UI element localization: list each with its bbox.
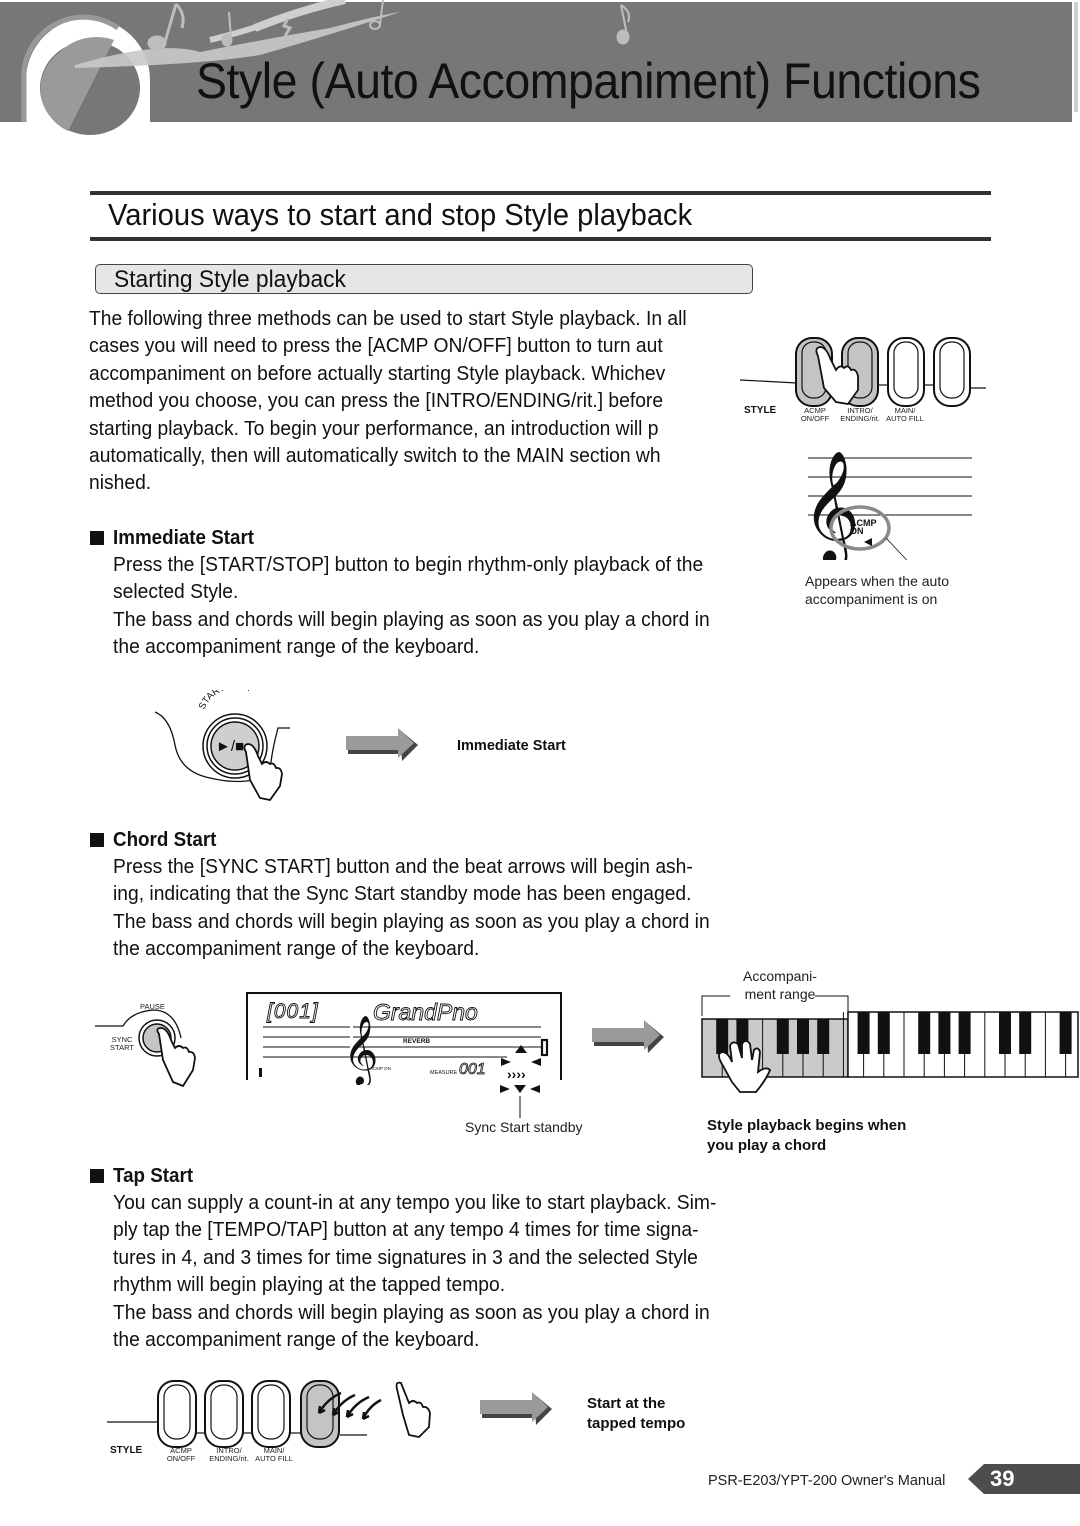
black-key [857,1012,870,1054]
tapping-hand-icon [395,1381,431,1438]
black-key [797,1019,809,1054]
treble-clef-icon: 𝄞 [802,451,860,560]
immediate-start-result-label: Immediate Start [457,738,566,754]
intro-line: automatically, then will automatically s… [89,444,661,468]
panel-style-label: STYLE [744,405,777,416]
intro-line: starting playback. To begin your perform… [89,416,659,440]
intro-line: The following three methods can be used … [89,307,687,330]
subsection-header: Starting Style playback [95,264,753,294]
subsection-title: Starting Style playback [114,266,346,293]
bullet-square-icon [90,1169,104,1183]
beat-arrows-lower [500,1085,540,1118]
black-key [999,1012,1011,1054]
treble-clef-icon: 𝄞 [343,1016,378,1085]
svg-text:MEASURE: MEASURE [430,1070,458,1076]
sync-start-label: SYNC START [110,1035,134,1052]
immediate-start-body: Press the [START/STOP] button to begin r… [113,553,710,659]
intro-line: cases you will need to press the [ACMP O… [89,334,663,358]
arrow-right-icon [346,728,418,761]
black-key [1019,1012,1032,1054]
section-title: Various ways to start and stop Style pla… [108,197,693,232]
chapter-banner: Style (Auto Accompaniment) Functions [0,0,1080,135]
heading-tap-start: Tap Start [90,1165,198,1188]
svg-text:►/■: ►/■ [216,738,244,755]
section-rule-top [90,191,991,195]
black-key [817,1019,830,1054]
bullet-square-icon [90,531,104,545]
page-number: 39 [990,1466,1015,1491]
manual-name: PSR-E203/YPT-200 Owner's Manual [708,1473,946,1489]
panel-label-intro: INTRO/ENDING/rit. [840,406,880,423]
acmp-caption: Appears when the auto accompaniment is o… [805,573,949,607]
intro-paragraph: The following three methods can be used … [89,305,725,497]
start-stop-button-diagram: ►/■ START/STOP [154,690,290,801]
black-key [958,1012,971,1054]
panel-button-main-autofill[interactable] [887,337,925,407]
arrow-right-icon [480,1392,552,1425]
bullet-square-icon [90,833,104,847]
chord-start-result: Style playback begins when you play a ch… [707,1117,907,1154]
svg-text:START/STOP: START/STOP [197,690,257,711]
panel-button-intro-ending[interactable] [204,1380,244,1448]
sync-standby-caption: Sync Start standby [465,1119,583,1135]
tap-label-main: MAIN/AUTO FILL [255,1446,293,1463]
black-key [938,1012,951,1054]
intro-line: method you choose, you can press the [IN… [89,389,664,413]
chapter-title: Style (Auto Accompaniment) Functions [196,53,981,109]
pause-label: PAUSE [140,1002,165,1011]
heading-immediate-start: Immediate Start [90,527,263,550]
black-key [918,1012,931,1054]
black-key [1059,1012,1072,1054]
tap-label-acmp: ACMP ON/OFF [166,1446,196,1463]
svg-text:ON: ON [850,526,864,536]
pressing-hand-icon [156,1027,196,1088]
acmp-staff-diagram: 𝄞 ACMP ON [802,451,972,560]
lcd-display: [001] GrandPno 𝄞 REVERB ACMP ON MEASURE … [246,992,562,1085]
style-panel-diagram [740,337,986,407]
tap-start-body: You can supply a count-in at any tempo y… [113,1191,717,1352]
lcd-measure: 001 [459,1061,486,1078]
lcd-voice-name: GrandPno [373,999,478,1025]
page-number-tab [968,1464,1080,1494]
beat-arrows-icon: ›››› [501,1045,541,1082]
tap-label-intro: INTRO/ENDING/rit. [209,1446,249,1463]
panel-button-acmp[interactable] [157,1380,197,1448]
section-rule-bottom [90,237,991,241]
intro-line: nished. [89,471,152,495]
intro-line: accompaniment on before actually startin… [89,361,666,385]
black-key [716,1019,729,1054]
black-key [776,1019,789,1054]
lcd-number: [001] [266,1000,319,1023]
panel-label-acmp: ACMP ON/OFF [800,406,830,423]
tempo-tap-diagram [107,1380,431,1448]
chord-start-body: Press the [SYNC START] button and the be… [113,855,710,961]
svg-text:REVERB: REVERB [403,1038,430,1045]
black-key [877,1012,890,1054]
keyboard-diagram [701,995,1079,1093]
heading-chord-start: Chord Start [90,829,223,852]
tap-style-label: STYLE [110,1445,143,1456]
arrow-right-icon [592,1020,664,1053]
svg-text:ACMP ON: ACMP ON [370,1066,391,1071]
panel-label-main: MAIN/AUTO FILL [886,406,924,423]
music-notes-icon [147,0,631,51]
panel-button-blank[interactable] [933,337,971,407]
panel-button-main-autofill[interactable] [251,1380,291,1448]
tap-start-result: Start at the tapped tempo [587,1395,686,1432]
